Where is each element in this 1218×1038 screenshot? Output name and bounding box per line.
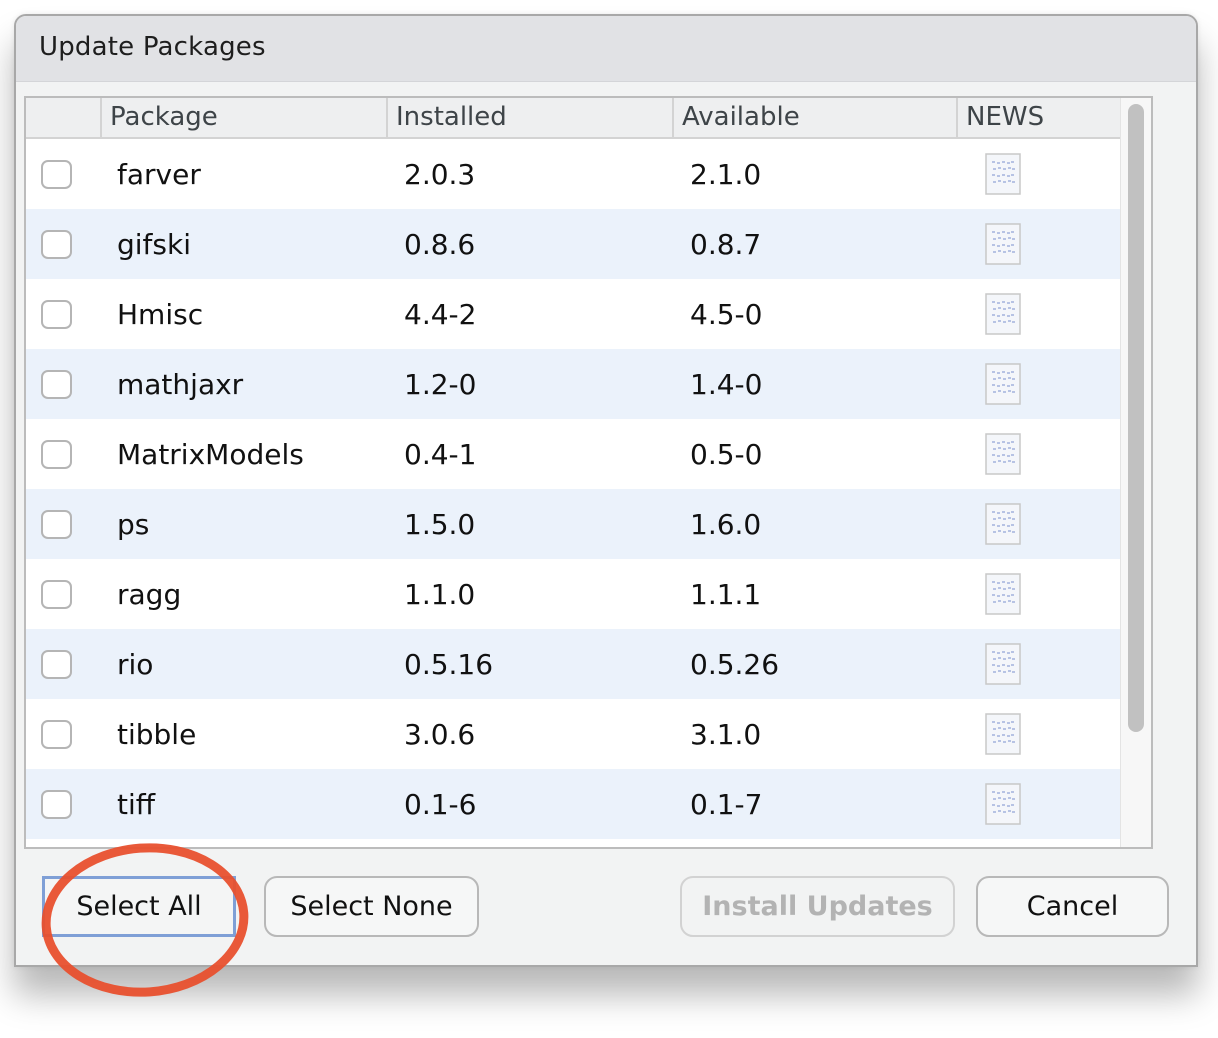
- table-row: ps 1.5.0 1.6.0: [26, 489, 1120, 559]
- document-icon[interactable]: [985, 223, 1021, 265]
- scrollbar-thumb[interactable]: [1128, 104, 1144, 732]
- document-icon[interactable]: [985, 153, 1021, 195]
- select-cell: [26, 159, 102, 189]
- package-name: MatrixModels: [117, 437, 304, 471]
- dialog-titlebar: Update Packages: [16, 16, 1196, 82]
- table-row: tibble 3.0.6 3.1.0: [26, 699, 1120, 769]
- package-checkbox[interactable]: [41, 159, 72, 189]
- select-cell: [26, 299, 102, 329]
- available-version: 1.4-0: [690, 367, 763, 401]
- select-none-button[interactable]: Select None: [264, 876, 479, 937]
- news-cell: [961, 573, 1120, 615]
- package-name: tibble: [117, 717, 197, 751]
- select-cell: [26, 719, 102, 749]
- table-row: ragg 1.1.0 1.1.1: [26, 559, 1120, 629]
- table-body: farver 2.0.3 2.1.0 gifski 0.8.6 0.8.7 Hm…: [26, 139, 1120, 839]
- installed-version: 1.2-0: [404, 367, 477, 401]
- package-checkbox[interactable]: [41, 439, 72, 469]
- installed-version: 0.8.6: [404, 227, 476, 261]
- news-cell: [961, 643, 1120, 685]
- package-name: tiff: [117, 787, 156, 821]
- column-header-select[interactable]: [26, 98, 102, 137]
- package-checkbox[interactable]: [41, 719, 72, 749]
- document-icon[interactable]: [985, 433, 1021, 475]
- available-version: 2.1.0: [690, 157, 762, 191]
- news-cell: [961, 153, 1120, 195]
- document-icon[interactable]: [985, 573, 1021, 615]
- news-cell: [961, 713, 1120, 755]
- package-checkbox[interactable]: [41, 299, 72, 329]
- package-checkbox[interactable]: [41, 649, 72, 679]
- table-row: farver 2.0.3 2.1.0: [26, 139, 1120, 209]
- document-icon[interactable]: [985, 503, 1021, 545]
- column-header-package[interactable]: Package: [102, 98, 388, 137]
- package-name: gifski: [117, 227, 191, 261]
- vertical-scrollbar[interactable]: [1120, 98, 1151, 847]
- available-version: 4.5-0: [690, 297, 763, 331]
- cancel-button[interactable]: Cancel: [976, 876, 1169, 937]
- document-icon[interactable]: [985, 293, 1021, 335]
- select-cell: [26, 579, 102, 609]
- document-icon[interactable]: [985, 363, 1021, 405]
- installed-version: 4.4-2: [404, 297, 477, 331]
- installed-version: 0.4-1: [404, 437, 477, 471]
- package-checkbox[interactable]: [41, 369, 72, 399]
- select-cell: [26, 789, 102, 819]
- table-header: Package Installed Available NEWS: [26, 98, 1120, 139]
- dialog-title: Update Packages: [39, 32, 266, 62]
- select-all-button[interactable]: Select All: [42, 876, 236, 937]
- package-name: Hmisc: [117, 297, 204, 331]
- document-icon[interactable]: [985, 783, 1021, 825]
- available-version: 1.6.0: [690, 507, 762, 541]
- table-row: gifski 0.8.6 0.8.7: [26, 209, 1120, 279]
- package-name: rio: [117, 647, 154, 681]
- column-header-news[interactable]: NEWS: [958, 98, 1120, 137]
- table-row: rio 0.5.16 0.5.26: [26, 629, 1120, 699]
- available-version: 0.1-7: [690, 787, 763, 821]
- select-cell: [26, 229, 102, 259]
- news-cell: [961, 433, 1120, 475]
- column-header-installed[interactable]: Installed: [388, 98, 674, 137]
- news-cell: [961, 783, 1120, 825]
- package-name: ragg: [117, 577, 182, 611]
- news-cell: [961, 223, 1120, 265]
- package-name: farver: [117, 157, 201, 191]
- table-row: mathjaxr 1.2-0 1.4-0: [26, 349, 1120, 419]
- package-name: mathjaxr: [117, 367, 244, 401]
- news-cell: [961, 293, 1120, 335]
- document-icon[interactable]: [985, 643, 1021, 685]
- installed-version: 0.1-6: [404, 787, 477, 821]
- installed-version: 2.0.3: [404, 157, 476, 191]
- packages-table: Package Installed Available NEWS farver …: [24, 96, 1153, 849]
- column-header-available[interactable]: Available: [674, 98, 958, 137]
- news-cell: [961, 503, 1120, 545]
- select-cell: [26, 369, 102, 399]
- table-row: tiff 0.1-6 0.1-7: [26, 769, 1120, 839]
- available-version: 0.5.26: [690, 647, 780, 681]
- available-version: 0.5-0: [690, 437, 763, 471]
- select-cell: [26, 509, 102, 539]
- installed-version: 3.0.6: [404, 717, 476, 751]
- package-checkbox[interactable]: [41, 579, 72, 609]
- table-row: MatrixModels 0.4-1 0.5-0: [26, 419, 1120, 489]
- package-checkbox[interactable]: [41, 789, 72, 819]
- select-cell: [26, 649, 102, 679]
- available-version: 3.1.0: [690, 717, 762, 751]
- installed-version: 1.5.0: [404, 507, 476, 541]
- document-icon[interactable]: [985, 713, 1021, 755]
- package-checkbox[interactable]: [41, 509, 72, 539]
- available-version: 1.1.1: [690, 577, 762, 611]
- installed-version: 0.5.16: [404, 647, 494, 681]
- table-row: Hmisc 4.4-2 4.5-0: [26, 279, 1120, 349]
- package-name: ps: [117, 507, 150, 541]
- select-cell: [26, 439, 102, 469]
- package-checkbox[interactable]: [41, 229, 72, 259]
- news-cell: [961, 363, 1120, 405]
- installed-version: 1.1.0: [404, 577, 476, 611]
- install-updates-button[interactable]: Install Updates: [680, 876, 955, 937]
- available-version: 0.8.7: [690, 227, 762, 261]
